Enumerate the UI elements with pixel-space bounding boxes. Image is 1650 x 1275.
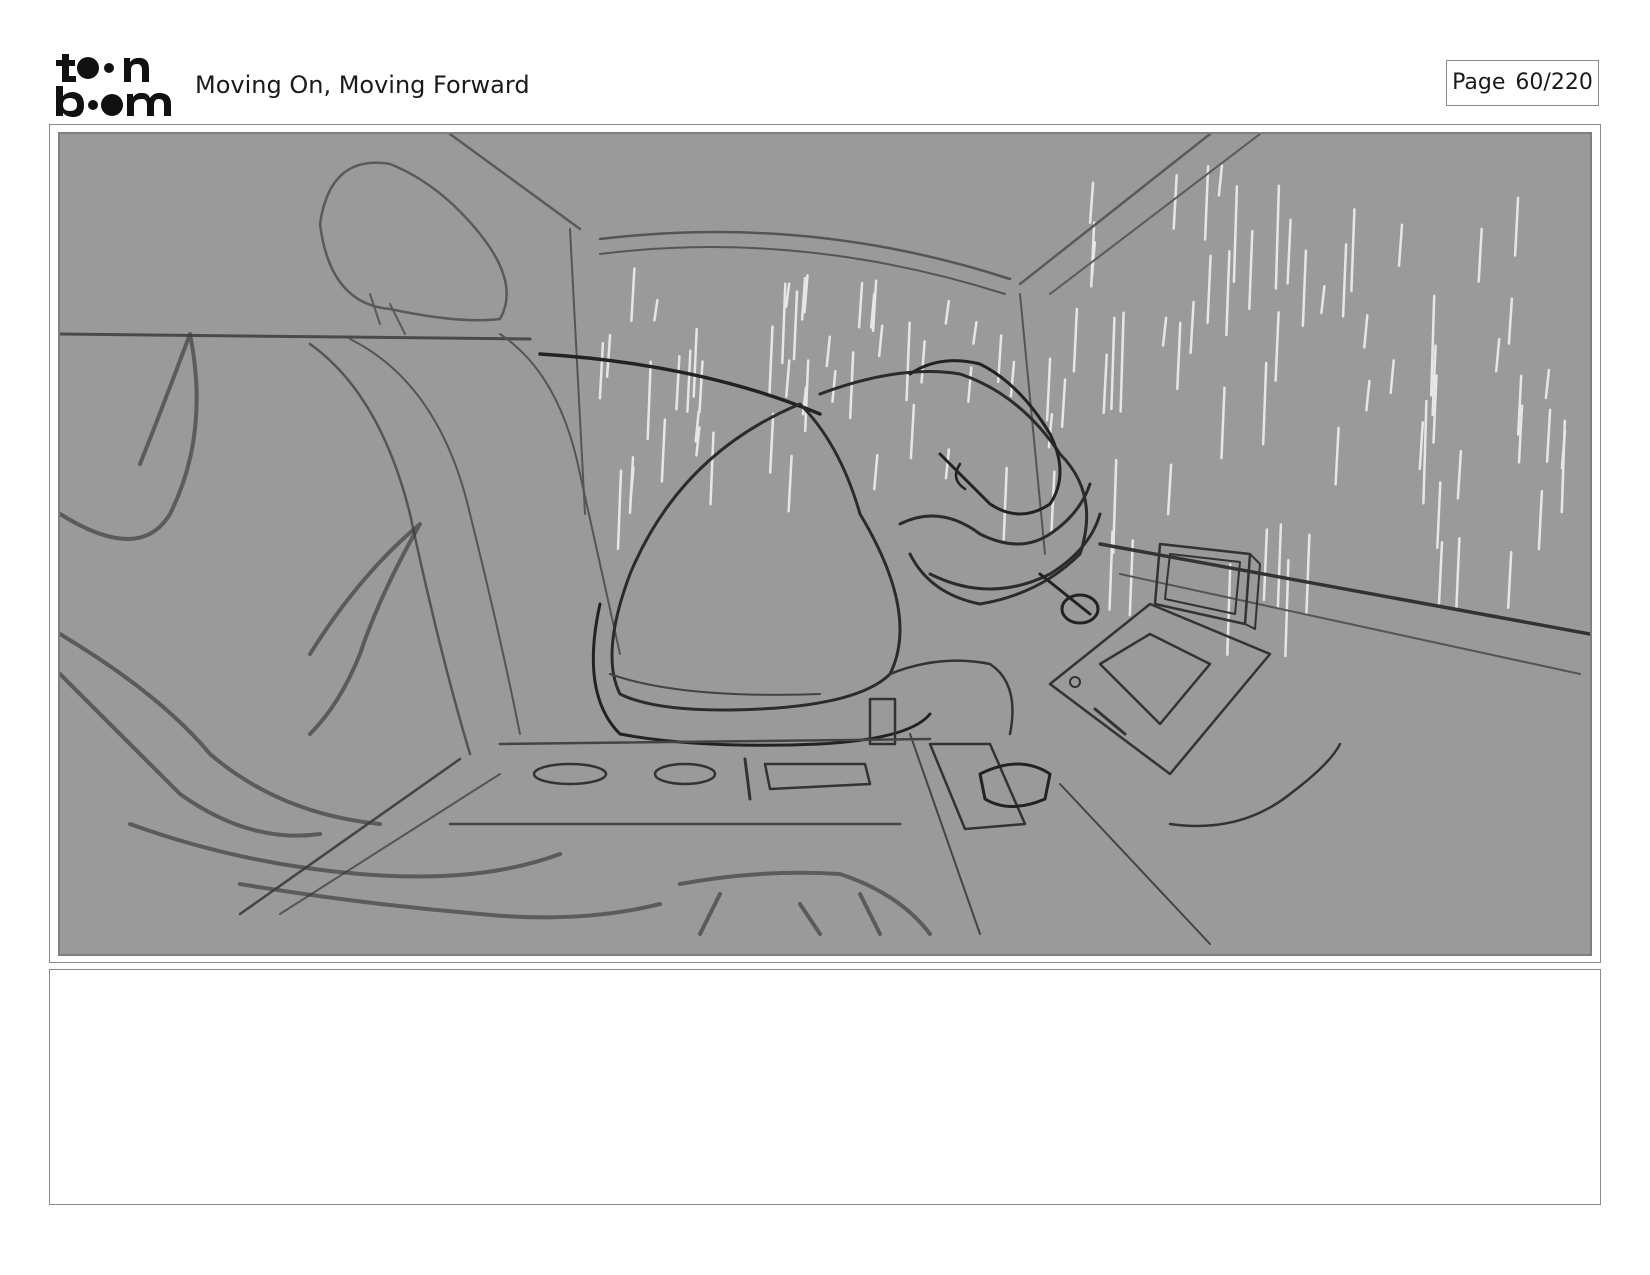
storyboard-panel-image: [58, 132, 1592, 956]
page-indicator: Page 60/220: [1446, 60, 1599, 106]
page-label: Page: [1452, 70, 1506, 95]
page-number: 60/220: [1515, 70, 1593, 95]
toon-boom-logo: [56, 54, 171, 117]
panel-sketch: [60, 134, 1590, 954]
caption-box: [49, 969, 1601, 1205]
document-title: Moving On, Moving Forward: [195, 71, 530, 99]
